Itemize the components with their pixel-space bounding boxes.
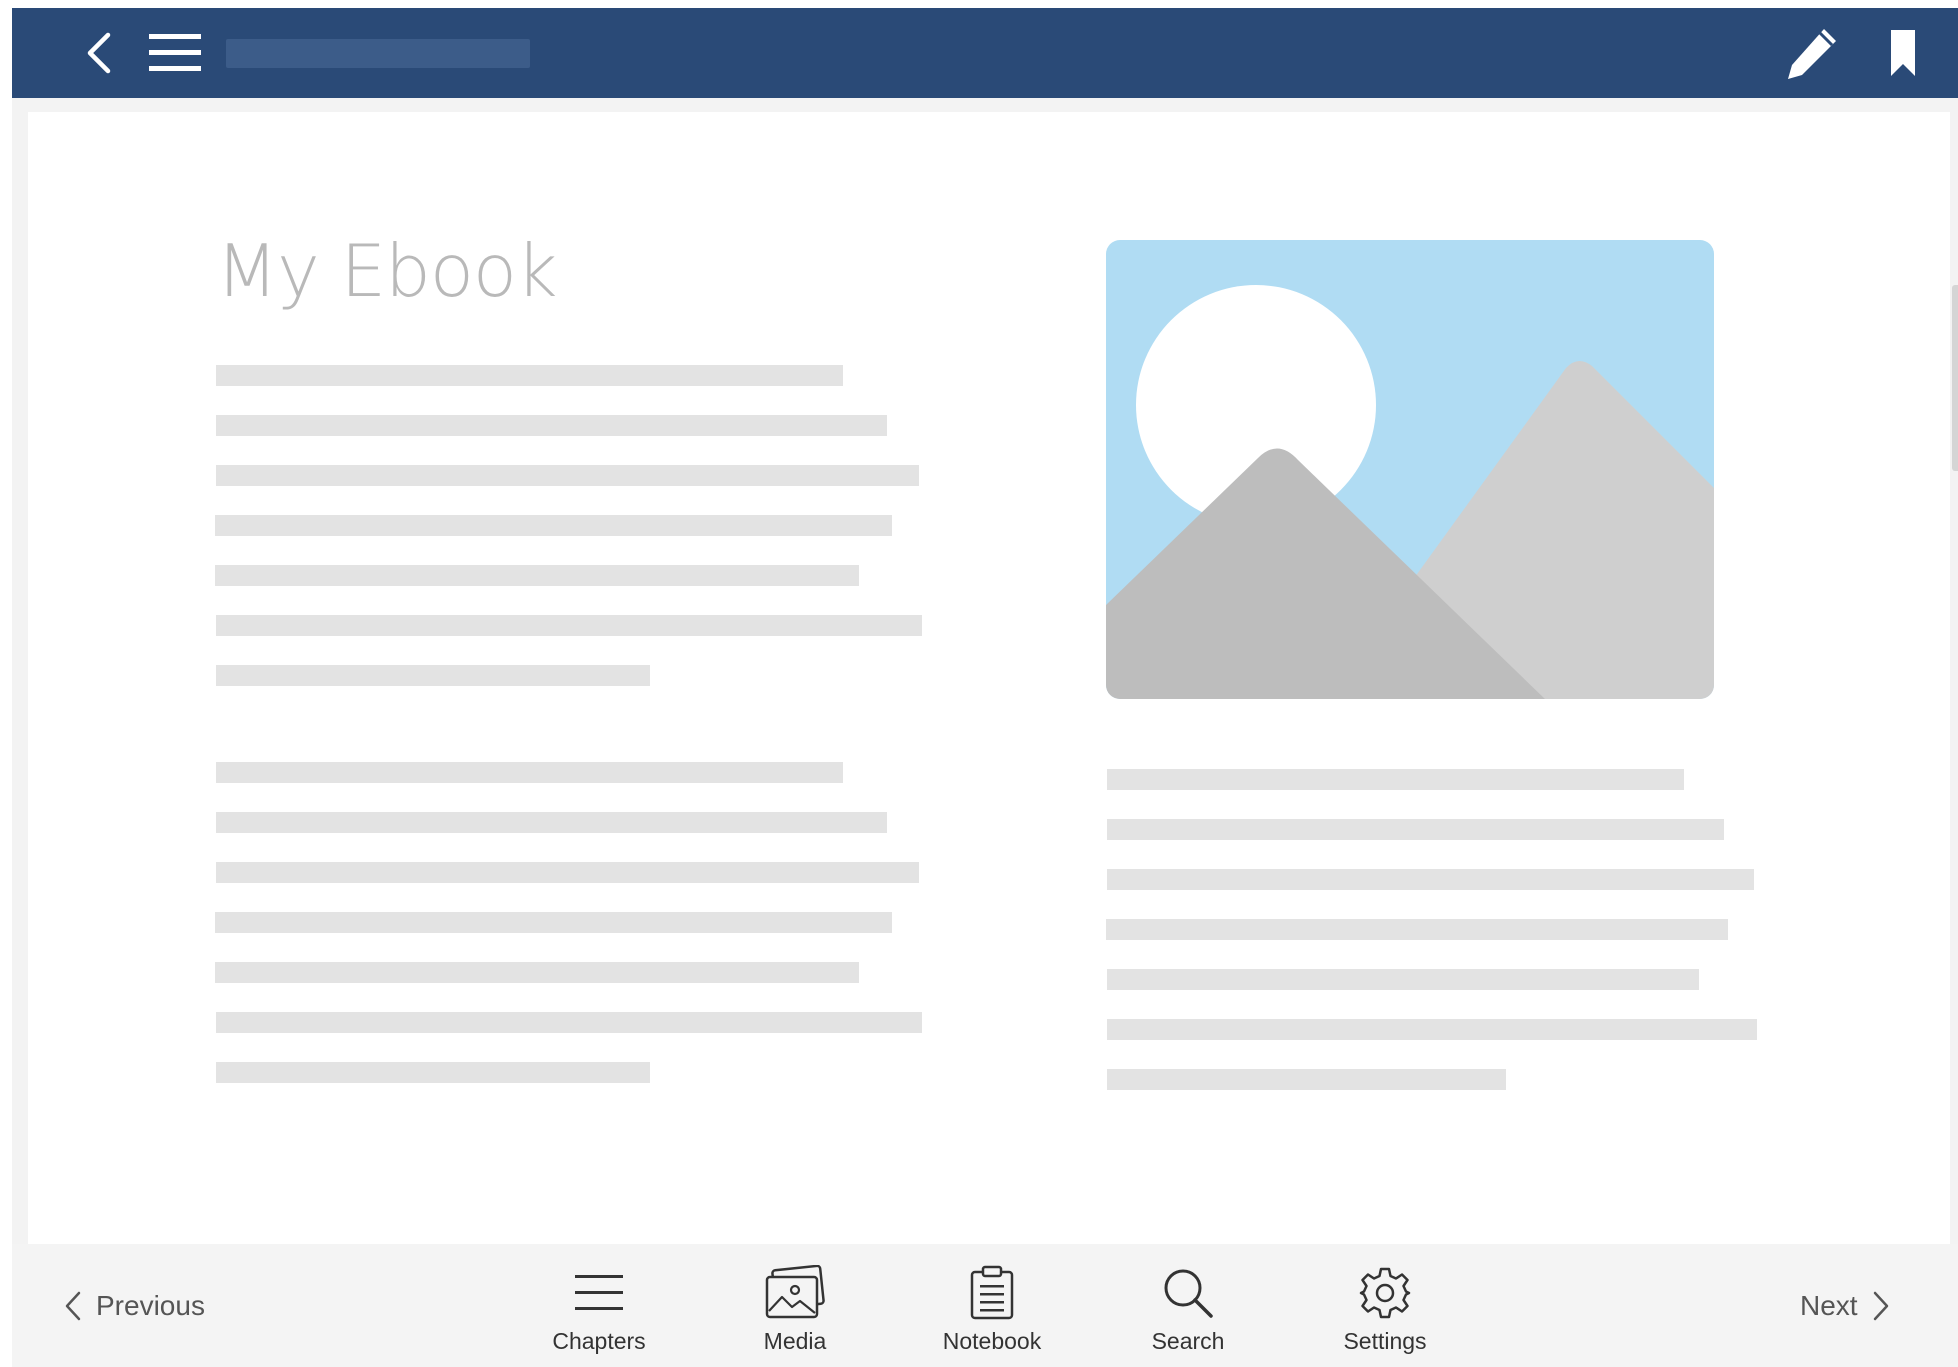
media-label: Media	[763, 1328, 827, 1354]
back-button[interactable]	[64, 8, 134, 98]
text-line-placeholder	[216, 1062, 650, 1083]
book-title-redacted	[226, 39, 530, 68]
notebook-button[interactable]: Notebook	[912, 1262, 1072, 1355]
text-line-placeholder	[216, 862, 919, 883]
chevron-left-icon	[87, 32, 111, 74]
text-line-placeholder	[216, 665, 650, 686]
text-line-placeholder	[215, 565, 859, 586]
chapters-label: Chapters	[552, 1328, 646, 1354]
text-line-placeholder	[1107, 769, 1684, 790]
chapters-button[interactable]: Chapters	[519, 1262, 679, 1355]
settings-button[interactable]: Settings	[1305, 1262, 1465, 1355]
text-line-placeholder	[216, 615, 922, 636]
text-line-placeholder	[215, 912, 892, 933]
clipboard-icon	[970, 1265, 1014, 1320]
menu-button[interactable]	[134, 8, 216, 98]
text-line-placeholder	[1107, 1069, 1506, 1090]
settings-label: Settings	[1343, 1328, 1427, 1354]
annotate-button[interactable]	[1772, 8, 1852, 98]
landscape-image-placeholder	[1106, 240, 1714, 699]
next-button[interactable]: Next	[1800, 1290, 1890, 1322]
pencil-icon	[1788, 29, 1836, 79]
hamburger-menu-icon	[149, 34, 201, 71]
media-button[interactable]: Media	[715, 1262, 875, 1355]
notebook-label: Notebook	[942, 1328, 1042, 1354]
text-line-placeholder	[1107, 969, 1699, 990]
text-line-placeholder	[216, 762, 843, 783]
list-icon	[575, 1275, 623, 1310]
previous-label: Previous	[96, 1290, 205, 1321]
chevron-left-icon	[65, 1291, 81, 1321]
chevron-right-icon	[1873, 1291, 1888, 1321]
text-line-placeholder	[1106, 919, 1728, 940]
gear-icon	[1359, 1267, 1411, 1319]
search-button[interactable]: Search	[1108, 1262, 1268, 1355]
bookmark-button[interactable]	[1868, 8, 1938, 98]
text-line-placeholder	[1107, 819, 1724, 840]
search-label: Search	[1151, 1328, 1225, 1354]
text-line-placeholder	[216, 1012, 922, 1033]
search-icon	[1164, 1269, 1213, 1318]
text-line-placeholder	[216, 365, 843, 386]
next-label: Next	[1800, 1290, 1858, 1321]
text-line-placeholder	[216, 415, 887, 436]
scroll-handle[interactable]	[1952, 285, 1958, 471]
bookmark-icon	[1891, 30, 1915, 76]
text-line-placeholder	[216, 812, 887, 833]
text-line-placeholder	[215, 515, 892, 536]
page-title: My Ebook	[216, 229, 558, 313]
previous-button[interactable]: Previous	[64, 1290, 205, 1322]
images-icon	[765, 1265, 825, 1319]
top-bar	[12, 8, 1958, 98]
text-line-placeholder	[1107, 1019, 1757, 1040]
text-line-placeholder	[216, 465, 919, 486]
text-line-placeholder	[1107, 869, 1754, 890]
text-line-placeholder	[215, 962, 859, 983]
